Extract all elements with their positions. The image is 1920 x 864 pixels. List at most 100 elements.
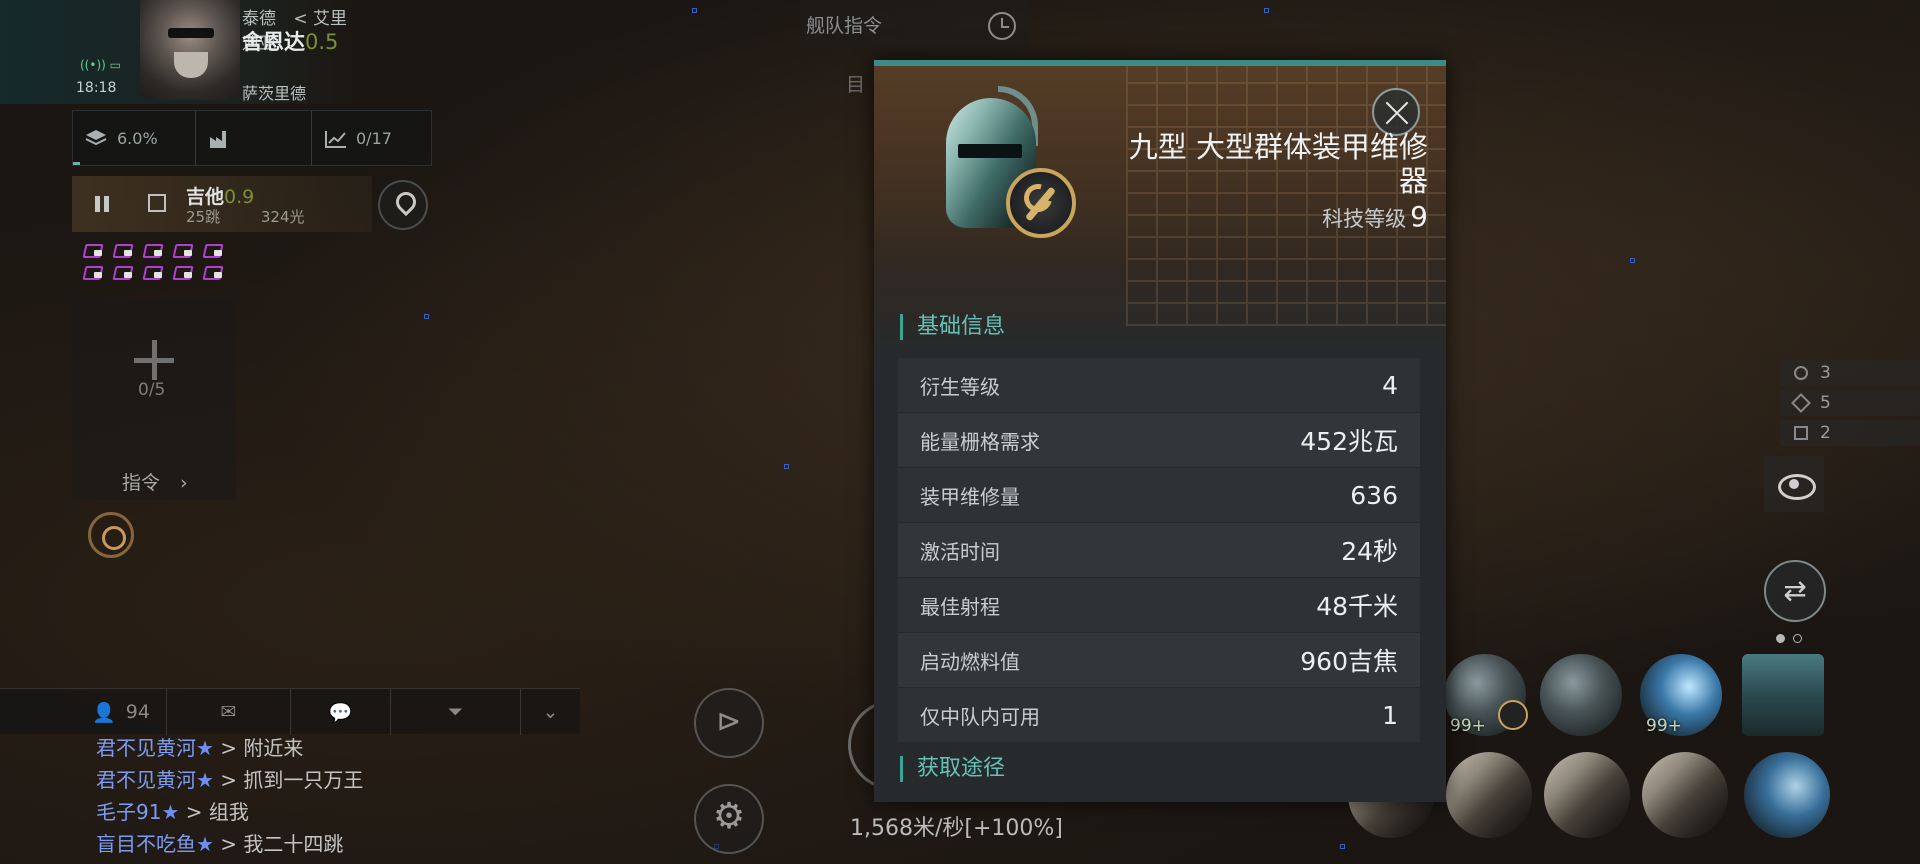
cargo-stat[interactable]: 6.0%: [73, 111, 195, 165]
warp-button[interactable]: [694, 688, 764, 758]
attribute-row: 衍生等级 4: [898, 358, 1420, 412]
route-jumps: 25跳: [186, 208, 221, 226]
drone-icon[interactable]: [202, 264, 224, 280]
attribute-table: 衍生等级 4 能量栅格需求 452兆瓦 装甲维修量 636 激活时间 24秒 最…: [898, 358, 1420, 743]
attribute-row: 最佳射程 48千米: [898, 578, 1420, 632]
fleet-command-link[interactable]: 指令 ›: [122, 468, 188, 495]
character-panel[interactable]: 泰德 < 艾里迪亚 舍恩达0.5 ((•)) ▭ 18:18 萨茨里德: [0, 0, 360, 104]
drone-icon[interactable]: [202, 242, 224, 258]
attribute-label: 激活时间: [920, 539, 1000, 564]
attribute-label: 衍生等级: [920, 374, 1000, 399]
attribute-row: 启动燃料值 960吉焦: [898, 633, 1420, 687]
system-name: 舍恩达0.5: [242, 30, 339, 54]
fleet-command-label: 舰队指令: [806, 14, 883, 37]
drone-icon[interactable]: [82, 264, 104, 280]
attribute-value: 48千米: [1316, 592, 1398, 621]
space-marker: [1264, 8, 1269, 13]
drone-icon[interactable]: [112, 242, 134, 258]
chart-icon: [324, 129, 346, 148]
drone-icon[interactable]: [142, 242, 164, 258]
industry-stat[interactable]: [195, 111, 311, 165]
afterburner-module[interactable]: [1744, 752, 1830, 838]
add-fleet-member-button[interactable]: [134, 340, 174, 380]
destination-security: 0.9: [224, 186, 255, 208]
drone-icon[interactable]: [112, 264, 134, 280]
drone-icon[interactable]: [172, 264, 194, 280]
chevron-down-icon: ⌄: [542, 701, 559, 723]
armor-repair-module[interactable]: 99+: [1444, 654, 1528, 736]
drone-icon[interactable]: [82, 242, 104, 258]
stack-row[interactable]: 2: [1780, 420, 1920, 446]
module-count: 99+: [1450, 716, 1486, 736]
attribute-value: 1: [1382, 700, 1398, 730]
shield-module[interactable]: 99+: [1640, 654, 1722, 736]
factory-icon: [208, 129, 230, 148]
route-distance: 324光: [260, 208, 305, 226]
attribute-row: 仅中队内可用 1: [898, 688, 1420, 742]
space-marker: [424, 314, 429, 319]
mail-tab[interactable]: ✉: [166, 689, 290, 735]
item-title: 九型 大型群体装甲维修 器: [1128, 130, 1428, 198]
triangle-icon: [1791, 393, 1811, 413]
drone-icon[interactable]: [142, 264, 164, 280]
fleet-panel: 0/5 指令 ›: [72, 300, 236, 500]
stack-row[interactable]: 3: [1780, 360, 1920, 386]
chat-message[interactable]: 君不见黄河★ > 附近来: [96, 732, 303, 761]
missile-module[interactable]: [1446, 752, 1532, 838]
attribute-label: 最佳射程: [920, 594, 1000, 619]
character-portrait[interactable]: [140, 0, 240, 100]
route-row[interactable]: 吉他0.9 25跳 324光: [72, 176, 372, 232]
cargo-module[interactable]: [1742, 654, 1824, 736]
chat-message[interactable]: 盲目不吃鱼★ > 我二十四跳: [96, 828, 343, 857]
clock-icon[interactable]: [988, 12, 1016, 40]
attribute-row: 装甲维修量 636: [898, 468, 1420, 522]
attribute-label: 启动燃料值: [920, 649, 1020, 674]
chat-message[interactable]: 毛子91★ > 组我: [96, 796, 249, 825]
industry-progress: 0/17: [356, 128, 392, 148]
attribute-label: 能量栅格需求: [920, 429, 1040, 454]
collapse-chat-button[interactable]: ⌄: [520, 689, 580, 735]
chat-members-tab[interactable]: 👤 94: [76, 689, 166, 735]
cargo-percent: 6.0%: [117, 128, 158, 148]
module-count: 99+: [1646, 716, 1682, 736]
route-info: 25跳 324光: [186, 206, 305, 227]
helmet-module[interactable]: [1540, 654, 1622, 736]
drone-bay[interactable]: [80, 240, 240, 288]
space-marker: [692, 8, 697, 13]
chevron-right-icon: ›: [180, 472, 188, 494]
swap-icon[interactable]: [1764, 560, 1826, 622]
pause-autopilot-button[interactable]: [88, 190, 116, 218]
system-security: 0.5: [305, 30, 339, 54]
item-info-modal: 九型 大型群体装甲维修 器 科技等级 9 基础信息 衍生等级 4 能量栅格需求 4…: [874, 60, 1446, 802]
eye-icon[interactable]: [1764, 456, 1824, 512]
location-pin-button[interactable]: [378, 180, 428, 230]
filter-tab[interactable]: ⏷: [390, 689, 520, 735]
chat-toolbar: 👤 94 ✉ 💬 ⏷ ⌄: [0, 688, 580, 735]
cargo-icon: [85, 129, 107, 147]
market-stat[interactable]: 0/17: [311, 111, 431, 165]
space-marker: [784, 464, 789, 469]
cargo-progress-bar: [73, 162, 80, 165]
fleet-command-bar[interactable]: 舰队指令: [800, 0, 1028, 48]
stack-row[interactable]: 5: [1780, 390, 1920, 416]
missile-module[interactable]: [1642, 752, 1728, 838]
ship-speed: 1,568米/秒[+100%]: [850, 816, 1063, 841]
stop-icon[interactable]: [148, 194, 166, 212]
drone-icon[interactable]: [172, 242, 194, 258]
close-button[interactable]: [1372, 88, 1420, 136]
space-marker: [1630, 258, 1635, 263]
filter-icon: ⏷: [447, 701, 464, 723]
section-basic-info[interactable]: 基础信息: [900, 314, 1005, 340]
missile-module[interactable]: [1544, 752, 1630, 838]
wrench-icon: [1498, 700, 1528, 730]
chat-message[interactable]: 君不见黄河★ > 抓到一只万王: [96, 764, 363, 793]
chat-bubble-icon: 💬: [328, 701, 353, 724]
ship-stats-bar: 6.0% 0/17: [72, 110, 432, 166]
chat-tab[interactable]: 💬: [290, 689, 390, 735]
fleet-count: 0/5: [138, 380, 166, 400]
settings-button[interactable]: [694, 784, 764, 854]
attribute-value: 452兆瓦: [1300, 427, 1398, 456]
wrench-icon: [1006, 168, 1076, 238]
section-acquisition[interactable]: 获取途径: [900, 756, 1005, 782]
target-lock-icon[interactable]: [88, 512, 134, 558]
